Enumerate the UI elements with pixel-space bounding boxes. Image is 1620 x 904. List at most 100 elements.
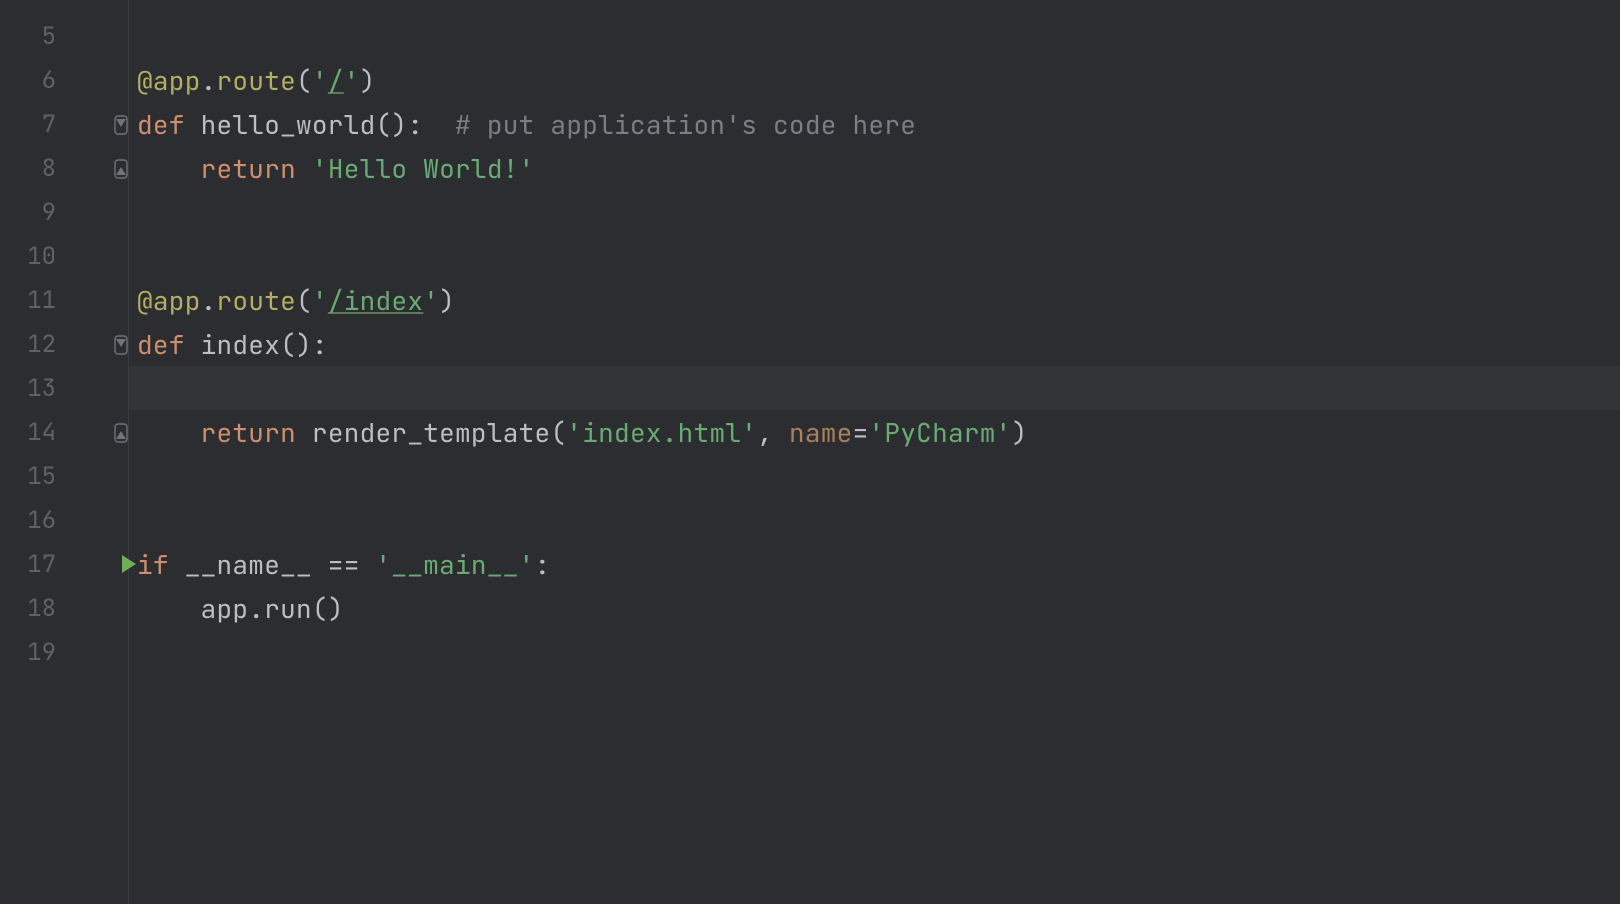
gutter-icons <box>56 14 128 58</box>
line-number[interactable]: 5 <box>0 21 56 52</box>
code-token: . <box>248 591 264 626</box>
code-line[interactable] <box>129 234 1620 278</box>
code-line[interactable] <box>129 630 1620 674</box>
code-line[interactable] <box>129 454 1620 498</box>
code-token: ' <box>344 63 360 98</box>
fold-open-icon[interactable] <box>114 115 128 133</box>
gutter-row: 17 <box>0 542 128 586</box>
gutter-row: 9 <box>0 190 128 234</box>
code-line[interactable] <box>129 14 1620 58</box>
code-token: run <box>264 591 312 626</box>
code-token: ) <box>360 63 376 98</box>
code-token: return <box>201 415 312 450</box>
line-number[interactable]: 12 <box>0 329 56 360</box>
code-line[interactable] <box>129 190 1620 234</box>
code-line[interactable]: app.run() <box>129 586 1620 630</box>
code-area[interactable]: @app.route('/')def hello_world(): # put … <box>129 0 1620 904</box>
code-token: 'PyCharm' <box>868 415 1011 450</box>
code-token: route <box>217 283 297 318</box>
gutter-row: 7 <box>0 102 128 146</box>
gutter-row: 10 <box>0 234 128 278</box>
fold-close-icon[interactable] <box>114 159 128 177</box>
gutter-icons <box>56 630 128 674</box>
gutter-row: 18 <box>0 586 128 630</box>
code-line[interactable] <box>129 366 1620 410</box>
code-token: def <box>137 327 201 362</box>
code-token: def <box>137 107 201 142</box>
code-token: / <box>328 63 344 98</box>
line-number[interactable]: 9 <box>0 197 56 228</box>
code-line[interactable]: return 'Hello World!' <box>129 146 1620 190</box>
code-token: ) <box>439 283 455 318</box>
code-token: ( <box>296 283 312 318</box>
code-token: ( <box>296 63 312 98</box>
code-line[interactable]: def index(): <box>129 322 1620 366</box>
code-token <box>137 151 201 186</box>
code-token: ' <box>312 283 328 318</box>
code-line[interactable] <box>129 498 1620 542</box>
line-number[interactable]: 10 <box>0 241 56 272</box>
gutter-icons <box>56 542 128 586</box>
code-token: (): <box>280 327 328 362</box>
code-token: ( <box>550 415 566 450</box>
code-token: ' <box>312 63 328 98</box>
gutter-icons <box>56 146 128 190</box>
code-token: render_template <box>312 415 551 450</box>
line-number[interactable]: 13 <box>0 373 56 404</box>
code-token: : <box>535 547 551 582</box>
line-number[interactable]: 6 <box>0 65 56 96</box>
code-token: '__main__' <box>376 547 535 582</box>
line-number[interactable]: 17 <box>0 549 56 580</box>
gutter-row: 19 <box>0 630 128 674</box>
code-token: . <box>201 283 217 318</box>
gutter-icons <box>56 102 128 146</box>
code-token: @app <box>137 63 201 98</box>
line-number[interactable]: 8 <box>0 153 56 184</box>
gutter-icons <box>56 190 128 234</box>
code-token <box>423 107 455 142</box>
gutter-row: 15 <box>0 454 128 498</box>
code-token: = <box>853 415 869 450</box>
code-token <box>137 591 201 626</box>
code-token: . <box>201 63 217 98</box>
line-number[interactable]: 18 <box>0 593 56 624</box>
code-token: app <box>201 591 249 626</box>
code-token: __name__ <box>185 547 312 582</box>
gutter-icons <box>56 586 128 630</box>
gutter-row: 11 <box>0 278 128 322</box>
gutter-icons <box>56 322 128 366</box>
line-number[interactable]: 14 <box>0 417 56 448</box>
gutter-icons <box>56 366 128 410</box>
code-token: if <box>137 547 185 582</box>
code-editor[interactable]: 5678910111213141516171819 @app.route('/'… <box>0 0 1620 904</box>
line-number[interactable]: 16 <box>0 505 56 536</box>
gutter-icons <box>56 454 128 498</box>
gutter-icons <box>56 498 128 542</box>
code-token: name <box>789 415 853 450</box>
gutter-icons <box>56 58 128 102</box>
gutter-row: 5 <box>0 14 128 58</box>
code-token: index <box>201 327 281 362</box>
code-line[interactable]: def hello_world(): # put application's c… <box>129 102 1620 146</box>
line-number[interactable]: 11 <box>0 285 56 316</box>
code-token: 'index.html' <box>566 415 757 450</box>
code-token: , <box>757 415 789 450</box>
line-number[interactable]: 19 <box>0 637 56 668</box>
gutter-row: 13 <box>0 366 128 410</box>
fold-open-icon[interactable] <box>114 335 128 353</box>
code-line[interactable]: return render_template('index.html', nam… <box>129 410 1620 454</box>
gutter: 5 6 7 8 9 10 11 12 13 14 15 16 17 18 19 <box>0 0 128 904</box>
gutter-icons <box>56 278 128 322</box>
code-line[interactable]: @app.route('/index') <box>129 278 1620 322</box>
code-line[interactable]: if __name__ == '__main__': <box>129 542 1620 586</box>
code-line[interactable]: @app.route('/') <box>129 58 1620 102</box>
code-token: route <box>217 63 297 98</box>
code-token: 'Hello World!' <box>312 151 535 186</box>
gutter-row: 12 <box>0 322 128 366</box>
line-number[interactable]: 15 <box>0 461 56 492</box>
code-token: /index <box>328 283 423 318</box>
line-number[interactable]: 7 <box>0 109 56 140</box>
gutter-icons <box>56 234 128 278</box>
fold-close-icon[interactable] <box>114 423 128 441</box>
gutter-row: 14 <box>0 410 128 454</box>
